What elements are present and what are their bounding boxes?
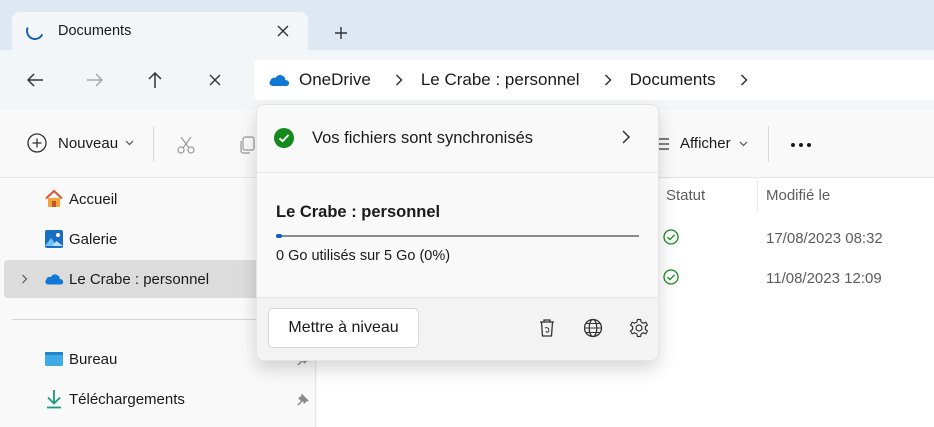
chevron-right-icon[interactable] — [385, 70, 413, 90]
account-name: Le Crabe : personnel — [276, 203, 441, 221]
sidebar-item-label: Galerie — [69, 230, 118, 248]
column-header-status[interactable]: Statut — [666, 187, 705, 204]
toolbar-divider — [153, 126, 154, 162]
onedrive-cloud-icon — [44, 269, 64, 289]
sync-status-row[interactable]: Vos fichiers sont synchronisés — [257, 105, 658, 172]
toolbar-divider — [768, 126, 769, 162]
flyout-divider — [257, 172, 658, 173]
flyout-divider — [257, 297, 658, 298]
sidebar-item-label: Le Crabe : personnel — [69, 270, 210, 288]
close-tab-icon[interactable] — [272, 20, 294, 42]
stop-loading-button[interactable] — [202, 67, 228, 93]
new-tab-button[interactable] — [328, 20, 354, 46]
storage-progress-fill — [276, 234, 282, 238]
chevron-down-icon — [739, 141, 748, 147]
up-button[interactable] — [142, 67, 168, 93]
sidebar-item-label: Accueil — [69, 190, 118, 208]
download-icon — [44, 389, 64, 409]
navigation-bar: OneDrive Le Crabe : personnel Documents — [0, 50, 934, 110]
chevron-right-icon[interactable] — [18, 273, 30, 285]
storage-progress-bar — [276, 234, 639, 238]
column-separator[interactable] — [757, 181, 758, 211]
row-modified-date: 11/08/2023 12:09 — [766, 270, 882, 287]
sidebar-item-label: Téléchargements — [69, 390, 185, 408]
forward-button[interactable] — [82, 67, 108, 93]
breadcrumb-onedrive[interactable]: OneDrive — [299, 70, 371, 90]
chevron-down-icon — [125, 140, 134, 146]
pin-icon[interactable] — [296, 392, 310, 406]
gallery-icon — [44, 229, 64, 249]
address-bar[interactable]: OneDrive Le Crabe : personnel Documents — [254, 60, 934, 100]
loading-spinner-icon — [23, 19, 47, 43]
copy-icon[interactable] — [236, 134, 258, 156]
flyout-footer: Mettre à niveau — [257, 297, 658, 360]
row-modified-date: 17/08/2023 08:32 — [766, 230, 883, 247]
upgrade-button[interactable]: Mettre à niveau — [268, 308, 419, 348]
breadcrumb-documents[interactable]: Documents — [630, 70, 716, 90]
onedrive-cloud-icon — [268, 70, 290, 90]
desktop-folder-icon — [44, 349, 64, 369]
sidebar-item-onedrive[interactable]: Le Crabe : personnel — [4, 260, 296, 298]
recycle-bin-icon[interactable] — [536, 317, 558, 339]
synced-check-icon — [663, 229, 679, 245]
back-button[interactable] — [22, 67, 48, 93]
add-circle-icon — [26, 132, 48, 154]
tab-documents[interactable]: Documents — [12, 12, 308, 50]
globe-icon[interactable] — [582, 317, 604, 339]
gear-icon[interactable] — [628, 317, 650, 339]
cut-icon[interactable] — [175, 134, 197, 156]
sidebar-item-telechargements[interactable]: Téléchargements — [4, 380, 316, 418]
view-button[interactable]: Afficher — [656, 135, 748, 152]
breadcrumb-account[interactable]: Le Crabe : personnel — [421, 70, 580, 90]
new-button-label: Nouveau — [58, 134, 119, 152]
sidebar-item-label: Bureau — [69, 350, 118, 368]
tab-strip: Documents — [0, 0, 934, 50]
sync-ok-icon — [274, 128, 294, 148]
synced-check-icon — [663, 269, 679, 285]
view-button-label: Afficher — [680, 135, 731, 152]
column-header-modified[interactable]: Modifié le — [766, 187, 830, 204]
sidebar-divider — [12, 319, 290, 320]
more-options-icon[interactable] — [788, 134, 814, 156]
chevron-right-icon[interactable] — [594, 70, 622, 90]
chevron-right-icon — [622, 130, 631, 144]
chevron-right-icon[interactable] — [730, 70, 758, 90]
home-icon — [44, 189, 64, 209]
storage-usage-text: 0 Go utilisés sur 5 Go (0%) — [276, 248, 451, 264]
onedrive-flyout: Vos fichiers sont synchronisés Le Crabe … — [256, 104, 659, 361]
tab-title: Documents — [58, 23, 132, 39]
sync-status-text: Vos fichiers sont synchronisés — [312, 129, 534, 147]
new-button[interactable]: Nouveau — [26, 132, 134, 154]
